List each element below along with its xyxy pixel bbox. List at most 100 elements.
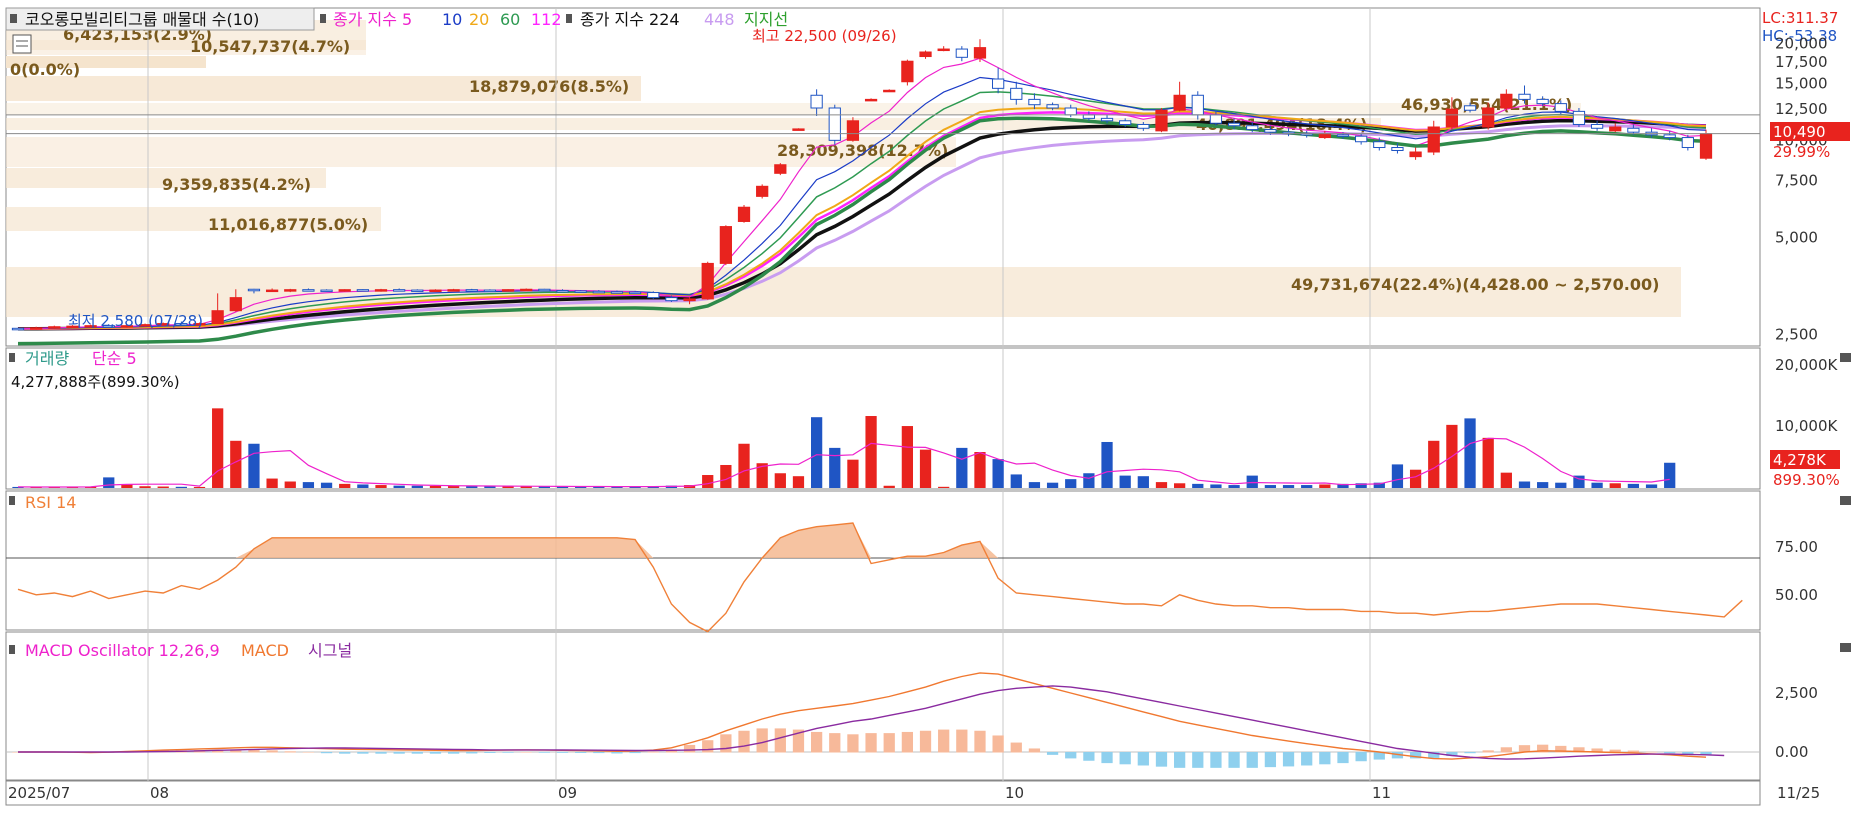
- lc-label: LC:311.37: [1762, 9, 1838, 27]
- volume-profile-label: 10,547,737(4.7%): [190, 37, 350, 56]
- macd-oscillator-bar: [1301, 752, 1313, 766]
- macd-oscillator-bar: [1210, 752, 1222, 768]
- macd-oscillator-bar: [683, 744, 696, 753]
- macd-oscillator-bar: [339, 752, 351, 754]
- macd-oscillator-bar: [847, 734, 859, 753]
- candle-body: [1373, 141, 1386, 149]
- macd-oscillator-bar: [865, 733, 877, 753]
- macd-oscillator-bar: [738, 730, 750, 753]
- rsi-close-icon[interactable]: [1840, 496, 1851, 505]
- calc-icon[interactable]: [12, 34, 32, 54]
- candle-body: [901, 60, 914, 83]
- macd-oscillator-bar: [1192, 752, 1204, 768]
- volume-bar: [1246, 475, 1258, 488]
- volume-bar: [919, 449, 932, 488]
- volume-profile-label: 0(0.0%): [10, 60, 80, 79]
- rsi-legend-marker-icon: [9, 496, 15, 505]
- price-tick-label: 5,000: [1775, 228, 1818, 246]
- macd-close-icon[interactable]: [1840, 643, 1851, 652]
- last-change-tag: 29.99%: [1773, 143, 1830, 161]
- volume-profile-label: 9,359,835(4.2%): [162, 175, 311, 194]
- volume-bar: [1409, 469, 1422, 488]
- volume-bar: [1065, 479, 1077, 488]
- macd-oscillator-bar: [248, 749, 260, 753]
- volume-bar: [1282, 485, 1295, 488]
- candle-body: [48, 326, 61, 329]
- volume-bar: [720, 464, 732, 488]
- ma2-legend-marker-icon: [566, 14, 572, 23]
- candle-body: [592, 290, 605, 294]
- x-label-11-25: 11/25: [1777, 784, 1820, 802]
- candle-body: [1173, 94, 1186, 111]
- macd-oscillator-bar: [1482, 750, 1494, 753]
- candle-body: [919, 51, 932, 58]
- candle-body: [1028, 98, 1041, 106]
- candle-body: [1590, 123, 1604, 129]
- volume-bar: [1555, 482, 1567, 488]
- candle-body: [1554, 103, 1567, 112]
- x-label-08: 08: [150, 784, 169, 802]
- macd-oscillator-bar: [556, 752, 569, 753]
- candle-body: [1681, 137, 1694, 149]
- macd-oscillator-bar: [466, 752, 478, 754]
- candle-body: [429, 289, 442, 293]
- volume-bar: [429, 485, 442, 488]
- volume-close-icon[interactable]: [1840, 353, 1851, 362]
- macd-oscillator-bar: [575, 752, 587, 753]
- candle-body: [1209, 114, 1223, 124]
- volume-bar: [1228, 485, 1240, 488]
- candle-body: [610, 291, 624, 294]
- candle-body: [683, 298, 696, 302]
- legend-ma-5: 종가 지수 5: [333, 10, 412, 29]
- panel-menu-icon[interactable]: [10, 14, 17, 23]
- macd-oscillator-bar: [1083, 752, 1095, 761]
- candle-body: [374, 289, 388, 292]
- price-panel-title: 코오롱모빌리티그룹 매물대 수(10): [25, 10, 259, 29]
- candle-body: [1482, 107, 1495, 128]
- price-tick-label: 2,500: [1775, 325, 1818, 343]
- candle-body: [284, 289, 297, 292]
- macd-oscillator-bar: [393, 752, 405, 754]
- volume-bar: [1192, 483, 1204, 488]
- candle-body: [30, 327, 43, 330]
- volume-bar: [212, 408, 224, 488]
- volume-bar: [1428, 440, 1440, 488]
- candle-body: [1699, 133, 1713, 159]
- volume-title: 거래량: [25, 349, 69, 368]
- volume-bar: [702, 475, 714, 488]
- volume-bar: [193, 486, 206, 488]
- volume-bar: [1083, 473, 1095, 488]
- candle-body: [792, 128, 805, 131]
- candle-body: [973, 47, 987, 59]
- candle-body: [483, 289, 497, 293]
- candle-body: [937, 48, 950, 52]
- macd-oscillator-bar: [1065, 752, 1077, 759]
- volume-ma-title: 단순 5: [92, 349, 137, 368]
- macd-oscillator-bar: [1046, 752, 1059, 755]
- candle-body: [247, 288, 261, 292]
- volume-bar: [1210, 484, 1222, 488]
- macd-oscillator-bar: [502, 752, 514, 753]
- macd-oscillator-bar: [429, 752, 442, 754]
- signal-label: 시그널: [308, 641, 352, 660]
- last-price-tag: 10,490: [1773, 123, 1826, 141]
- stock-chart[interactable]: 6,423,153(2.9%) 10,547,737(4.7%) 0(0.0%) 18…: [0, 0, 1857, 813]
- volume-bar: [1264, 485, 1277, 488]
- x-axis-bar: [5, 780, 1761, 806]
- volume-bar: [956, 447, 968, 488]
- candle-body: [520, 288, 533, 292]
- volume-bar: [1645, 484, 1658, 488]
- macd-oscillator-bar: [520, 752, 532, 753]
- high-label: 최고 22,500 (09/26): [752, 27, 897, 45]
- volume-bar: [1319, 484, 1331, 488]
- macd-oscillator-bar: [702, 740, 714, 753]
- macd-oscillator-bar: [1355, 752, 1367, 762]
- macd-oscillator-bar: [320, 752, 333, 754]
- x-label-2025-07: 2025/07: [8, 784, 70, 802]
- candle-body: [774, 164, 787, 174]
- macd-tick-0: 0.00: [1775, 743, 1808, 761]
- macd-oscillator-bar: [956, 729, 968, 753]
- candle-body: [465, 289, 478, 292]
- volume-bar: [1174, 483, 1186, 488]
- volume-bar: [1664, 462, 1676, 488]
